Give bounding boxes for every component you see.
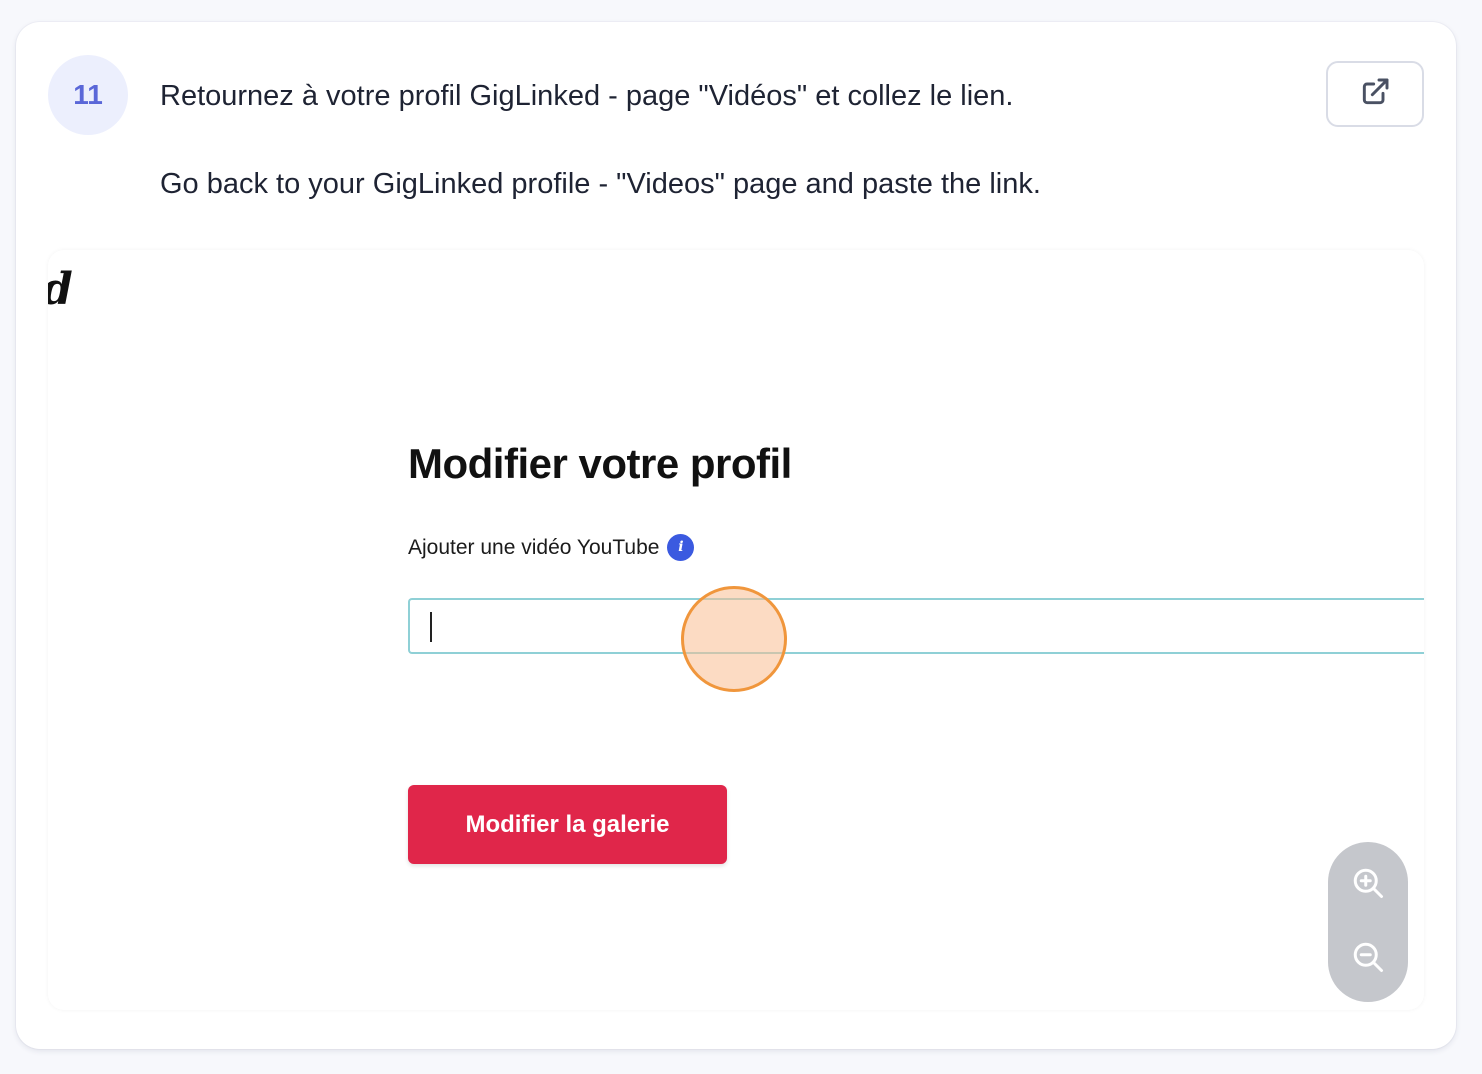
zoom-out-button[interactable]: [1344, 935, 1392, 983]
instruction-english: Go back to your GigLinked profile - "Vid…: [160, 168, 1041, 200]
page-title: Modifier votre profil: [408, 440, 792, 487]
step-card: 11 Retournez à votre profil GigLinked - …: [16, 22, 1456, 1049]
youtube-url-input[interactable]: [408, 598, 1424, 654]
edit-gallery-button[interactable]: Modifier la galerie: [408, 785, 727, 864]
instruction-french: Retournez à votre profil GigLinked - pag…: [160, 80, 1014, 112]
open-external-button[interactable]: [1326, 61, 1424, 127]
zoom-in-icon: [1350, 865, 1386, 906]
text-caret: [430, 612, 432, 642]
zoom-in-button[interactable]: [1344, 861, 1392, 909]
click-indicator: [681, 586, 787, 692]
zoom-out-icon: [1350, 939, 1386, 980]
info-icon: i: [667, 534, 695, 561]
youtube-field-label-text: Ajouter une vidéo YouTube: [408, 535, 660, 559]
app-logo-fragment: d: [48, 260, 73, 320]
youtube-field-label: Ajouter une vidéo YouTube i: [408, 534, 695, 561]
zoom-controls: [1328, 842, 1408, 1002]
step-screenshot: d Modifier votre profil Ajouter une vidé…: [48, 250, 1424, 1010]
external-link-icon: [1359, 76, 1391, 113]
step-number-badge: 11: [48, 55, 128, 135]
